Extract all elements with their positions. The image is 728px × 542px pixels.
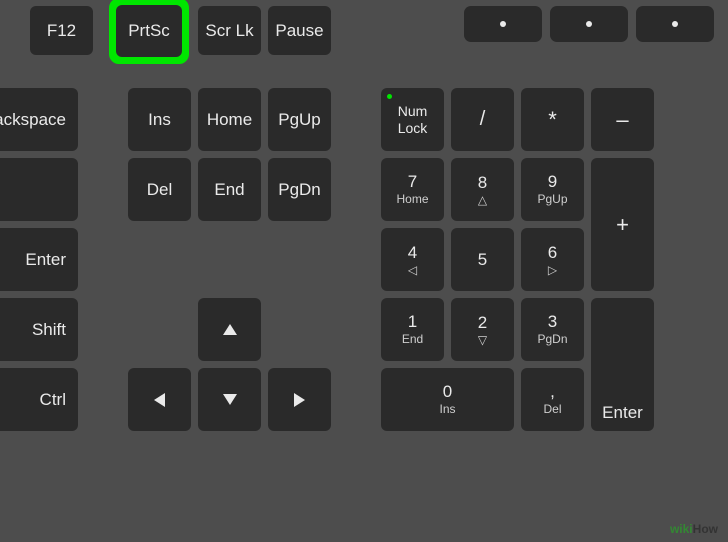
key-sublabel: PgDn [537, 333, 567, 347]
key-arrow-up[interactable] [198, 298, 261, 361]
key-label: 3 [548, 312, 557, 332]
key-label: 1 [408, 312, 417, 332]
key-delete[interactable]: Del [128, 158, 191, 221]
key-label: 2 [478, 313, 487, 333]
arrow-up-icon [223, 324, 237, 335]
key-numpad-8[interactable]: 8 △ [451, 158, 514, 221]
key-pgdn[interactable]: PgDn [268, 158, 331, 221]
key-label: 5 [478, 250, 487, 270]
dot-icon [500, 21, 506, 27]
media-key-3[interactable] [636, 6, 714, 42]
key-numpad-enter[interactable]: Enter [591, 298, 654, 431]
watermark-wiki: wiki [670, 522, 693, 536]
key-end[interactable]: End [198, 158, 261, 221]
key-numpad-0[interactable]: 0 Ins [381, 368, 514, 431]
key-numpad-1[interactable]: 1 End [381, 298, 444, 361]
key-numpad-7[interactable]: 7 Home [381, 158, 444, 221]
key-numlock[interactable]: Num Lock [381, 88, 444, 151]
arrow-left-outline-icon: ◁ [408, 264, 417, 276]
key-pause[interactable]: Pause [268, 6, 331, 55]
key-numpad-subtract[interactable]: – [591, 88, 654, 151]
key-numpad-5[interactable]: 5 [451, 228, 514, 291]
key-arrow-right[interactable] [268, 368, 331, 431]
arrow-down-outline-icon: ▽ [478, 334, 487, 346]
key-numpad-add[interactable]: + [591, 158, 654, 291]
key-numpad-9[interactable]: 9 PgUp [521, 158, 584, 221]
key-enter[interactable]: Enter [0, 228, 78, 291]
key-arrow-down[interactable] [198, 368, 261, 431]
media-key-2[interactable] [550, 6, 628, 42]
key-pgup[interactable]: PgUp [268, 88, 331, 151]
key-label: 0 [443, 382, 452, 402]
key-numpad-3[interactable]: 3 PgDn [521, 298, 584, 361]
key-ctrl[interactable]: Ctrl [0, 368, 78, 431]
key-label: , [550, 382, 555, 402]
key-numpad-multiply[interactable]: * [521, 88, 584, 151]
keyboard: F12 PrtSc Scr Lk Pause Backspace Ins Hom… [0, 0, 728, 542]
dot-icon [586, 21, 592, 27]
arrow-down-icon [223, 394, 237, 405]
key-label: 6 [548, 243, 557, 263]
key-sublabel: Home [396, 193, 428, 207]
key-label: Num [398, 103, 428, 119]
numlock-indicator-icon [387, 94, 392, 99]
key-numpad-4[interactable]: 4 ◁ [381, 228, 444, 291]
watermark-how: How [693, 522, 718, 536]
key-label: 8 [478, 173, 487, 193]
highlight-prtsc: PrtSc [109, 0, 189, 64]
arrow-left-icon [154, 393, 165, 407]
key-label: 4 [408, 243, 417, 263]
key-label: Lock [398, 120, 428, 136]
key-arrow-left[interactable] [128, 368, 191, 431]
key-scrlk[interactable]: Scr Lk [198, 6, 261, 55]
key-label: 9 [548, 172, 557, 192]
key-sublabel: PgUp [537, 193, 567, 207]
key-backslash[interactable]: | \ [0, 158, 78, 221]
arrow-right-outline-icon: ▷ [548, 264, 557, 276]
dot-icon [672, 21, 678, 27]
arrow-up-outline-icon: △ [478, 194, 487, 206]
key-backspace[interactable]: Backspace [0, 88, 78, 151]
key-sublabel: End [402, 333, 423, 347]
watermark: wikiHow [664, 520, 724, 538]
key-sublabel: Ins [439, 403, 455, 417]
key-numpad-6[interactable]: 6 ▷ [521, 228, 584, 291]
key-label: 7 [408, 172, 417, 192]
arrow-right-icon [294, 393, 305, 407]
key-numpad-2[interactable]: 2 ▽ [451, 298, 514, 361]
key-shift[interactable]: Shift [0, 298, 78, 361]
key-prtsc[interactable]: PrtSc [116, 5, 182, 57]
key-insert[interactable]: Ins [128, 88, 191, 151]
key-numpad-divide[interactable]: / [451, 88, 514, 151]
key-home[interactable]: Home [198, 88, 261, 151]
media-key-1[interactable] [464, 6, 542, 42]
key-f12[interactable]: F12 [30, 6, 93, 55]
key-sublabel: Del [543, 403, 561, 417]
key-numpad-decimal[interactable]: , Del [521, 368, 584, 431]
